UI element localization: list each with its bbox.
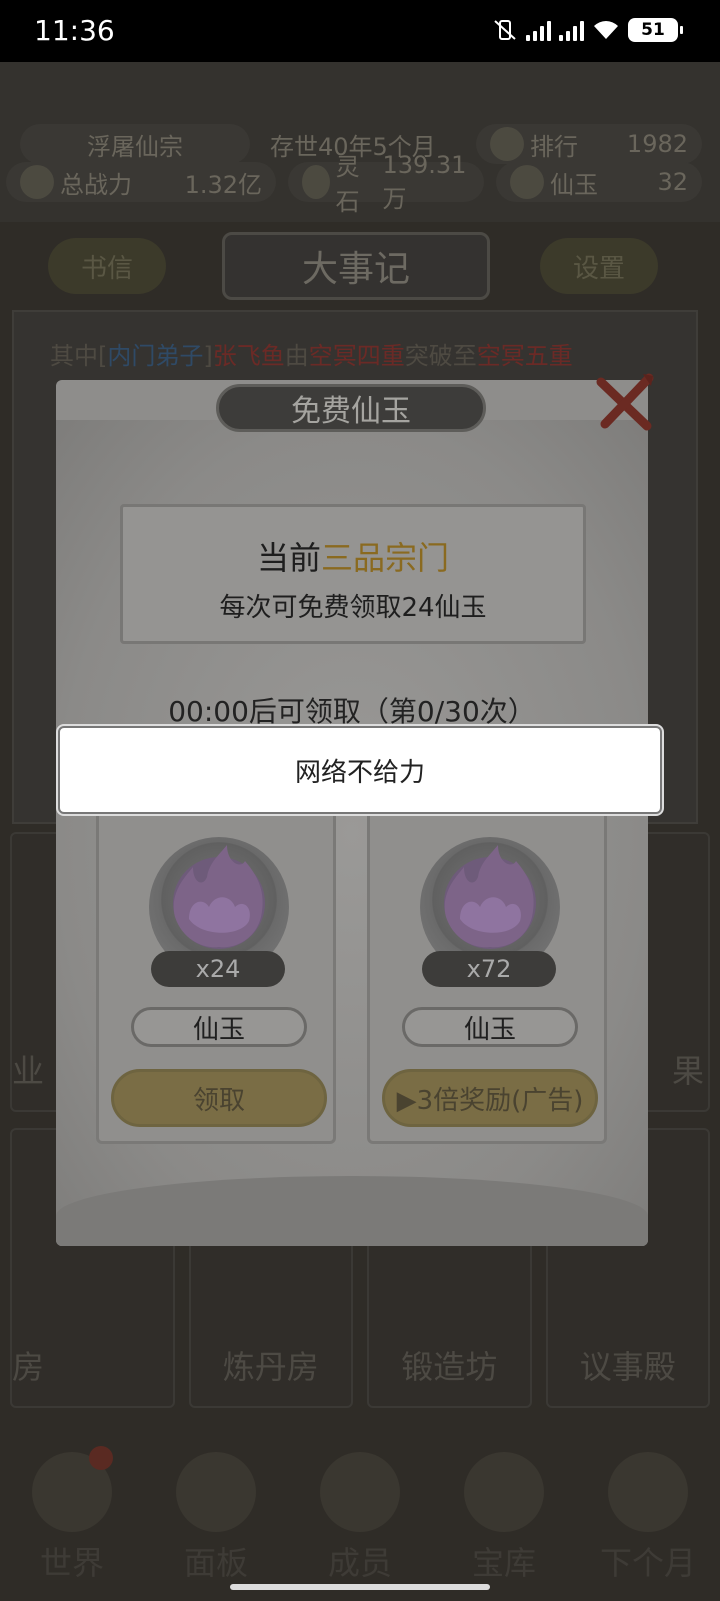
- reward-name: 仙玉: [131, 1007, 307, 1047]
- wifi-icon: [594, 21, 618, 39]
- battery-icon: 51: [628, 18, 683, 42]
- power-pill: 总战力 1.32亿: [6, 162, 276, 202]
- mail-button[interactable]: 书信: [48, 238, 166, 294]
- vibrate-mute-icon: [494, 20, 516, 40]
- reward-card-free: x24 仙玉 领取: [96, 800, 336, 1144]
- bottom-nav: 世界 面板 成员 宝库 下个月: [0, 1446, 720, 1601]
- close-icon[interactable]: [595, 372, 657, 432]
- log-to-level: 空冥五重: [476, 342, 573, 370]
- rank-label: 排行: [530, 132, 578, 161]
- rank-pill[interactable]: 排行 1982: [476, 124, 702, 164]
- spirit-stone-label: 灵石: [335, 153, 360, 216]
- jade-label: 仙玉: [550, 170, 598, 199]
- status-icons: 51: [492, 18, 683, 42]
- jade-pill: 仙玉 32: [496, 162, 702, 202]
- claim-button[interactable]: 领取: [111, 1069, 327, 1127]
- reward-name: 仙玉: [402, 1007, 578, 1047]
- sect-grade: 三品宗门: [321, 539, 450, 577]
- settings-button[interactable]: 设置: [540, 238, 658, 294]
- status-bar: 11:36 51: [0, 0, 720, 62]
- nav-members[interactable]: 成员: [305, 1452, 415, 1584]
- log-name: 张飞鱼: [212, 342, 285, 370]
- reward-qty: x24: [151, 951, 285, 987]
- treasury-icon: [464, 1452, 544, 1532]
- cell-signal-2-icon: [559, 19, 584, 41]
- home-indicator[interactable]: [230, 1584, 490, 1590]
- reward-qty: x72: [422, 951, 556, 987]
- power-icon: [20, 165, 54, 199]
- cell-signal-icon: [526, 19, 551, 41]
- reward-card-ad: x72 仙玉 ▶3倍奖励(广告): [367, 800, 607, 1144]
- spirit-stone-value: 139.31万: [382, 150, 467, 213]
- current-grade-line: 当前三品宗门: [256, 539, 450, 577]
- dialog-title: 免费仙玉: [216, 384, 486, 432]
- panel-icon: [176, 1452, 256, 1532]
- page-title: 大事记: [222, 232, 490, 300]
- sect-name: 浮屠仙宗: [87, 132, 183, 161]
- sect-name-pill: 浮屠仙宗: [20, 124, 250, 164]
- ad-reward-button[interactable]: ▶3倍奖励(广告): [382, 1069, 598, 1127]
- members-icon: [320, 1452, 400, 1532]
- nav-treasury[interactable]: 宝库: [449, 1452, 559, 1584]
- rank-icon: [490, 127, 524, 161]
- claim-countdown: 00:00后可领取（第0/30次）: [168, 695, 536, 728]
- event-log-line: 其中[内门弟子]张飞鱼由空冥四重突破至空冥五重: [50, 342, 573, 370]
- nav-panel[interactable]: 面板: [161, 1452, 271, 1584]
- spirit-stone-icon: [302, 165, 330, 199]
- status-time: 11:36: [34, 14, 115, 47]
- spirit-stone-pill: 灵石 139.31万: [288, 151, 484, 216]
- sect-info-box: 当前三品宗门 每次可免费领取24仙玉: [120, 504, 586, 644]
- log-from-level: 空冥四重: [308, 342, 405, 370]
- nav-next-month[interactable]: 下个月: [593, 1452, 703, 1584]
- power-label: 总战力: [60, 170, 132, 199]
- claim-info: 每次可免费领取24仙玉: [219, 593, 487, 623]
- rank-value: 1982: [626, 130, 688, 158]
- jade-value: 32: [657, 168, 688, 196]
- jade-icon: [510, 165, 544, 199]
- log-rank: 内门弟子: [107, 342, 204, 370]
- dialog-cloud-border: [56, 1176, 648, 1246]
- nav-world[interactable]: 世界: [17, 1446, 127, 1584]
- network-error-toast: 网络不给力: [58, 726, 662, 814]
- notification-dot: [89, 1446, 113, 1470]
- power-value: 1.32亿: [184, 170, 262, 199]
- next-month-icon: [608, 1452, 688, 1532]
